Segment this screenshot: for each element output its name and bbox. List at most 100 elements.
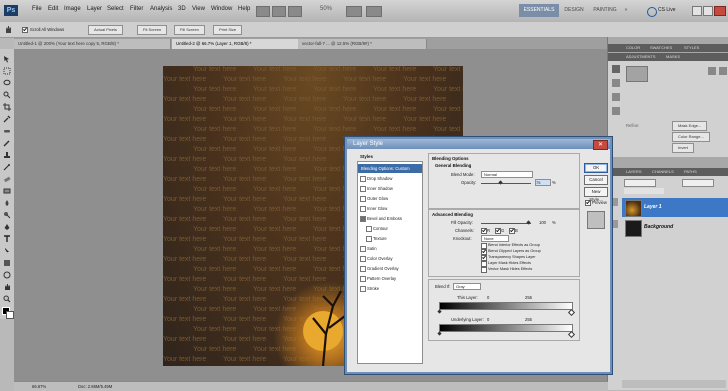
extras-icon[interactable] [288,6,302,17]
style-checkbox[interactable] [366,236,372,242]
menu-3d[interactable]: 3D [178,6,186,12]
preview-checkbox[interactable] [585,200,591,206]
pixel-mask-icon[interactable] [708,67,716,75]
style-item-blending-options-custom[interactable]: Blending Options: Custom [358,164,422,173]
tab-untitled-2[interactable]: Untitled-2 @ 66.7% (Layer 1, RGB/8) * [172,39,299,49]
menu-file[interactable]: File [32,6,42,12]
cancel-button[interactable]: Cancel [584,175,608,185]
style-checkbox[interactable] [360,196,366,202]
styles-header[interactable]: Styles [360,154,373,159]
ok-button[interactable]: OK [584,163,608,173]
workspace-painting[interactable]: PAINTING [590,4,620,17]
gradient-tool-icon[interactable] [3,187,11,195]
blur-tool-icon[interactable] [3,199,11,207]
panel-actions-icon[interactable] [612,93,620,101]
style-checkbox[interactable] [360,216,366,222]
vector-mask-icon[interactable] [719,67,727,75]
menu-window[interactable]: Window [211,6,232,12]
pen-tool-icon[interactable] [3,223,11,231]
tab-color[interactable]: COLOR [626,45,640,50]
tab-swatches[interactable]: SWATCHES [650,45,672,50]
tab-paths[interactable]: PATHS [684,169,697,174]
this-layer-gradient[interactable] [439,302,573,310]
arrange-documents-icon[interactable] [346,6,362,17]
menu-layer[interactable]: Layer [87,6,102,12]
mask-edge-button[interactable]: Mask Edge... [672,121,708,131]
style-checkbox[interactable] [360,276,366,282]
maximize-button[interactable] [703,6,713,16]
opacity-slider[interactable] [481,183,531,184]
layers-footer-buttons[interactable] [622,380,726,388]
style-checkbox[interactable] [360,176,366,182]
style-item-satin[interactable]: Satin [358,244,422,253]
more-workspaces-button[interactable]: » [622,4,630,17]
style-item-contour[interactable]: Contour [358,224,422,233]
fill-opacity-value[interactable]: 100 [539,220,546,225]
actual-pixels-button[interactable]: Actual Pixels [88,25,123,35]
fill-screen-button[interactable]: Fill Screen [174,25,205,35]
history-brush-tool-icon[interactable] [3,163,11,171]
zoom-tool-icon[interactable] [3,295,11,303]
style-item-bevel-and-emboss[interactable]: Bevel and Emboss [358,214,422,223]
dialog-close-button[interactable]: ✕ [593,140,608,150]
clone-stamp-tool-icon[interactable] [3,151,11,159]
menu-select[interactable]: Select [107,6,124,12]
style-checkbox[interactable] [360,206,366,212]
tab-untitled-1[interactable]: Untitled-1 @ 200% (Your text here copy 5… [14,39,171,49]
status-zoom[interactable]: 66.67% [32,384,46,389]
menu-help[interactable]: Help [238,6,250,12]
new-style-button[interactable]: New Style... [584,187,608,202]
panel-dock-icon[interactable] [612,65,620,73]
shape-tool-icon[interactable] [3,259,11,267]
style-item-outer-glow[interactable]: Outer Glow [358,194,422,203]
underlying-black-knob[interactable] [437,331,442,336]
blend-mode-select[interactable] [624,179,656,187]
invert-button[interactable]: Invert [672,143,695,153]
style-checkbox[interactable] [360,286,366,292]
dodge-tool-icon[interactable] [3,211,11,219]
3d-rotate-tool-icon[interactable] [3,271,11,279]
eraser-tool-icon[interactable] [3,175,11,183]
style-checkbox[interactable] [360,266,366,272]
quick-selection-tool-icon[interactable] [3,91,11,99]
underlying-layer-gradient[interactable] [439,324,573,332]
workspace-design[interactable]: DESIGN [561,4,587,17]
style-item-inner-shadow[interactable]: Inner Shadow [358,184,422,193]
menu-analysis[interactable]: Analysis [150,6,172,12]
eyedropper-tool-icon[interactable] [3,115,11,123]
style-checkbox[interactable] [360,256,366,262]
layer-opacity-field[interactable] [682,179,714,187]
background-color-swatch[interactable] [6,311,14,319]
lasso-tool-icon[interactable] [3,79,11,87]
fit-screen-button[interactable]: Fit Screen [137,25,168,35]
tab-vector-fall[interactable]: vector-fall-7 ... @ 12.5% (RGB/8#) * [298,39,427,49]
style-checkbox[interactable] [366,226,372,232]
panel-character-icon[interactable] [612,107,620,115]
type-tool-icon[interactable] [3,235,11,243]
close-window-button[interactable] [714,6,726,16]
healing-brush-tool-icon[interactable] [3,127,11,135]
opacity-field[interactable]: 75 [535,179,551,186]
tab-channels[interactable]: CHANNELS [652,169,674,174]
style-item-color-overlay[interactable]: Color Overlay [358,254,422,263]
tab-adjustments[interactable]: ADJUSTMENTS [626,54,656,59]
style-checkbox[interactable] [360,186,366,192]
marquee-tool-icon[interactable] [3,67,11,75]
layer-row-layer-1[interactable]: Layer 1 [622,198,728,217]
brush-tool-icon[interactable] [3,139,11,147]
knockout-dropdown[interactable]: None [481,235,509,242]
style-item-stroke[interactable]: Stroke [358,284,422,293]
blend-mode-dropdown[interactable]: Normal [481,171,533,178]
style-item-texture[interactable]: Texture [358,234,422,243]
move-tool-icon[interactable] [3,55,11,63]
crop-tool-icon[interactable] [3,103,11,111]
scroll-all-windows-checkbox[interactable] [22,27,28,33]
layer-row-background[interactable]: Background [622,218,728,237]
style-item-drop-shadow[interactable]: Drop Shadow [358,174,422,183]
style-item-gradient-overlay[interactable]: Gradient Overlay [358,264,422,273]
style-checkbox[interactable] [360,246,366,252]
minibridge-icon[interactable] [272,6,286,17]
bridge-icon[interactable] [256,6,270,17]
menu-filter[interactable]: Filter [130,6,143,12]
tab-styles[interactable]: STYLES [684,45,699,50]
